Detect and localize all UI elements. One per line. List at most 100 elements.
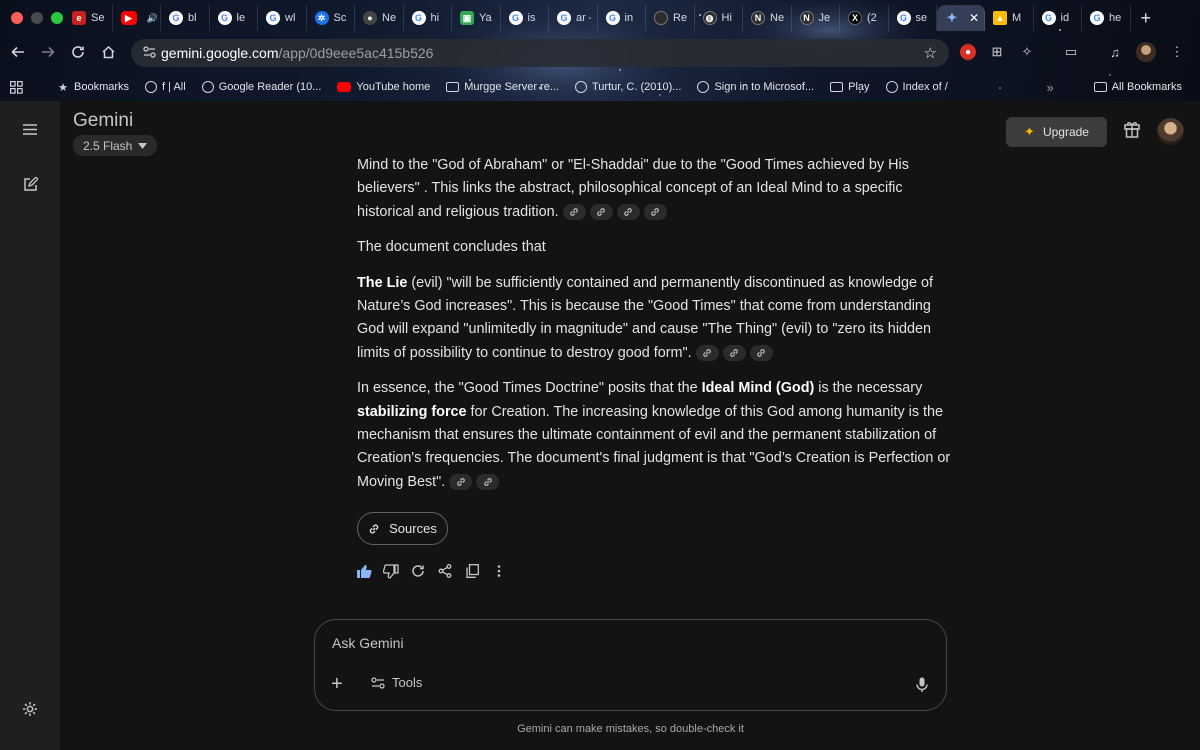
tab[interactable]: Gbl	[161, 5, 210, 31]
citation-link-icon[interactable]	[643, 204, 667, 221]
tab[interactable]: Gin	[598, 5, 646, 31]
copy-icon[interactable]	[464, 563, 480, 579]
profile-avatar-small[interactable]	[1136, 42, 1156, 62]
tab[interactable]: X (2	[840, 5, 889, 31]
tab[interactable]: Gle	[210, 5, 258, 31]
tab[interactable]: N Je	[792, 5, 840, 31]
citation-link-icon[interactable]	[476, 474, 500, 491]
response-content: Mind to the "God of Abraham" or "El-Shad…	[357, 154, 957, 506]
url-path: /app/0d9eee5ac415b526	[278, 45, 434, 61]
extensions-area: ● ⊞ ✧ ▭ ♫ ⋮	[960, 42, 1186, 62]
tab-label: ar	[576, 12, 586, 24]
home-button[interactable]	[93, 45, 123, 64]
tab[interactable]: Gse	[889, 5, 937, 31]
site-settings-icon[interactable]	[143, 45, 161, 61]
bookmark-item[interactable]: Murgge Server re...	[438, 81, 567, 93]
citation-link-icon[interactable]	[589, 204, 613, 221]
user-avatar[interactable]	[1157, 118, 1184, 145]
citation-link-icon[interactable]	[749, 345, 773, 362]
add-attachment-icon[interactable]: +	[331, 674, 347, 694]
sources-button[interactable]: Sources	[357, 512, 448, 545]
citation-link-icon[interactable]	[616, 204, 640, 221]
close-window-button[interactable]	[11, 12, 23, 24]
maximize-window-button[interactable]	[51, 12, 63, 24]
thumbs-down-icon[interactable]	[383, 563, 399, 579]
bookmark-item[interactable]: YouTube home	[329, 81, 438, 93]
window-controls	[0, 12, 64, 24]
more-options-icon[interactable]	[491, 563, 507, 579]
extension-grid-icon[interactable]: ⊞	[988, 43, 1006, 61]
extension-red-icon[interactable]: ●	[960, 44, 976, 60]
app-title[interactable]: Gemini	[73, 110, 133, 132]
tab[interactable]: Ghe	[1082, 5, 1131, 31]
forward-button[interactable]	[33, 45, 63, 64]
tab[interactable]: ✲ Sc	[307, 5, 355, 31]
address-bar[interactable]: gemini.google.com/app/0d9eee5ac415b526 ☆	[131, 39, 949, 67]
tab-active[interactable]: ✦ ✕	[937, 5, 985, 31]
bookmark-label: f | All	[162, 81, 186, 93]
bookmark-label: Play	[848, 81, 870, 93]
tab[interactable]: Re	[646, 5, 695, 31]
citation-link-icon[interactable]	[562, 204, 586, 221]
google-icon: G	[217, 11, 232, 25]
back-button[interactable]	[3, 45, 33, 64]
upgrade-button[interactable]: ✦ Upgrade	[1006, 117, 1107, 147]
citation-link-icon[interactable]	[449, 474, 473, 491]
bookmark-item[interactable]: Play	[822, 81, 877, 93]
bookmark-item[interactable]: f | All	[137, 81, 194, 93]
tab[interactable]: Gis	[501, 5, 549, 31]
tab[interactable]: ▣ Ya	[452, 5, 501, 31]
bookmark-item[interactable]: ★ Bookmarks	[49, 81, 137, 94]
bookmark-item[interactable]: Turtur, C. (2010)...	[567, 81, 689, 93]
bookmark-item[interactable]: Index of /	[878, 81, 956, 93]
response-paragraph: The document concludes that	[357, 236, 957, 259]
new-tab-button[interactable]: +	[1131, 8, 1152, 29]
apps-grid-icon[interactable]	[0, 80, 31, 94]
bookmarks-overflow-button[interactable]: »	[1046, 80, 1053, 95]
tools-button[interactable]: Tools	[371, 675, 422, 690]
tab[interactable]: Ghi	[404, 5, 452, 31]
prompt-input[interactable]: Ask Gemini	[332, 635, 404, 651]
settings-gear-icon[interactable]	[20, 699, 40, 719]
bookmark-item[interactable]: Sign in to Microsof...	[689, 81, 822, 93]
share-icon[interactable]	[437, 563, 453, 579]
minimize-window-button[interactable]	[31, 12, 43, 24]
tab[interactable]: ▲ M	[985, 5, 1034, 31]
tab[interactable]: ● Ne	[355, 5, 404, 31]
close-tab-icon[interactable]: ✕	[969, 11, 979, 25]
globe-icon	[201, 81, 214, 93]
bookmark-item[interactable]: Google Reader (10...	[194, 81, 330, 93]
bookmark-star-icon[interactable]: ☆	[924, 44, 937, 62]
bold-text: Ideal Mind (God)	[701, 380, 815, 397]
more-vert-icon[interactable]: ⋮	[1168, 43, 1186, 61]
tab[interactable]: e Se	[64, 5, 113, 31]
prompt-input-box[interactable]: Ask Gemini + Tools	[314, 619, 947, 711]
regenerate-icon[interactable]	[410, 563, 426, 579]
new-chat-icon[interactable]	[20, 174, 40, 194]
tab[interactable]: N Ne	[743, 5, 792, 31]
all-bookmarks-button[interactable]: All Bookmarks	[1086, 81, 1190, 93]
green-icon: ▣	[460, 11, 474, 25]
tab[interactable]: ◍ Hi	[695, 5, 743, 31]
bookmark-label: Index of /	[902, 81, 948, 93]
paragraph-text: In essence, the "Good Times Doctrine" po…	[357, 380, 702, 397]
tab[interactable]: Gwl	[258, 5, 307, 31]
menu-icon[interactable]	[20, 119, 40, 139]
model-selector[interactable]: 2.5 Flash	[73, 135, 158, 156]
tab[interactable]: ▶ 🔊	[113, 5, 161, 31]
google-icon: G	[557, 11, 571, 25]
microphone-icon[interactable]	[916, 677, 930, 693]
gift-icon[interactable]	[1124, 121, 1142, 139]
speaker-icon[interactable]: 🔊	[147, 13, 158, 24]
url-host: gemini.google.com	[161, 45, 279, 61]
citation-link-icon[interactable]	[722, 345, 746, 362]
reload-button[interactable]	[63, 45, 93, 64]
tab[interactable]: Gar	[549, 5, 598, 31]
puzzle-icon[interactable]: ✧	[1018, 43, 1036, 61]
bold-text: stabilizing force	[357, 403, 467, 420]
media-control-icon[interactable]: ♫	[1106, 43, 1124, 61]
screen-search-icon[interactable]: ▭	[1062, 43, 1080, 61]
citation-link-icon[interactable]	[695, 345, 719, 362]
thumbs-up-icon[interactable]	[356, 563, 372, 579]
tab[interactable]: Gid	[1034, 5, 1082, 31]
